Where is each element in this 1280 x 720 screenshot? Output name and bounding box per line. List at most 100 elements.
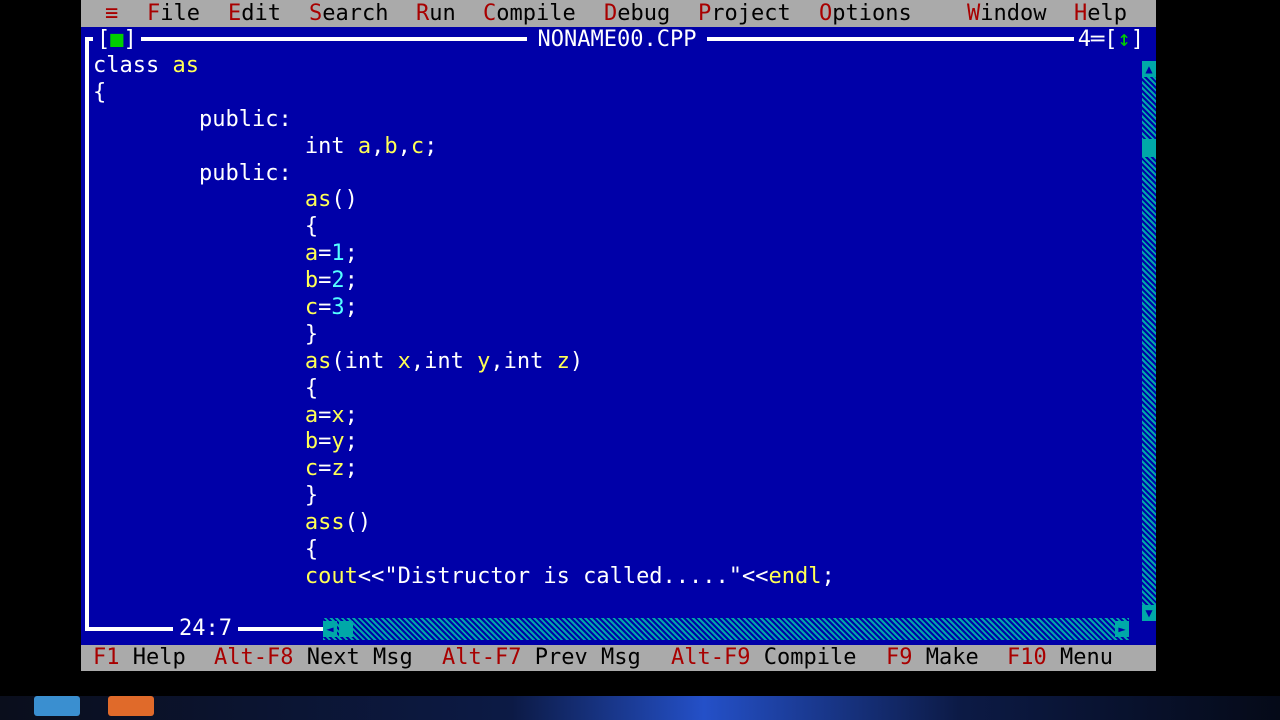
- menu-file[interactable]: File: [147, 0, 200, 27]
- status-key: F9: [886, 645, 913, 670]
- code-line[interactable]: {: [93, 537, 1138, 564]
- taskbar-app-icon[interactable]: [34, 696, 80, 716]
- code-line[interactable]: b=2;: [93, 268, 1138, 295]
- status-key-make[interactable]: F9 Make: [886, 645, 979, 671]
- code-line[interactable]: a=x;: [93, 403, 1138, 430]
- code-area[interactable]: class as{ public: int a,b,c; public: as(…: [93, 53, 1138, 593]
- code-identifier: cout: [304, 563, 358, 589]
- status-key: Alt-F9: [671, 645, 751, 670]
- code-line[interactable]: }: [93, 483, 1138, 510]
- code-identifier: c: [304, 456, 319, 482]
- code-symbol: ;: [344, 456, 358, 482]
- code-symbol: =: [318, 402, 332, 428]
- code-symbol: ;: [344, 241, 358, 267]
- status-key-menu[interactable]: F10 Menu: [1007, 645, 1113, 671]
- code-line[interactable]: {: [93, 376, 1138, 403]
- scroll-thumb[interactable]: [1142, 139, 1156, 157]
- code-symbol: =: [318, 295, 332, 321]
- code-line[interactable]: a=1;: [93, 241, 1138, 268]
- code-symbol: {: [93, 79, 107, 105]
- code-line[interactable]: as(int x,int y,int z): [93, 349, 1138, 376]
- scroll-left-icon[interactable]: ◄: [323, 621, 337, 637]
- menu-edit[interactable]: Edit: [228, 0, 281, 27]
- status-key-compile[interactable]: Alt-F9 Compile: [671, 645, 856, 671]
- code-symbol: ;: [344, 429, 358, 455]
- scroll-down-icon[interactable]: ▼: [1142, 605, 1156, 621]
- code-symbol: ;: [344, 268, 358, 294]
- code-identifier: y: [331, 429, 345, 455]
- code-symbol: :: [278, 160, 292, 186]
- code-identifier: as: [304, 187, 332, 213]
- menu-help[interactable]: Help: [1074, 0, 1127, 27]
- status-key: F1: [93, 645, 120, 670]
- code-line[interactable]: }: [93, 322, 1138, 349]
- editor-window[interactable]: [■] NONAME00.CPP 4═[↕] class as{ public:…: [81, 27, 1156, 645]
- zoom-bracket-right: ]: [1130, 27, 1144, 52]
- code-line[interactable]: as(): [93, 187, 1138, 214]
- scroll-up-icon[interactable]: ▲: [1142, 61, 1156, 77]
- code-line[interactable]: cout<<"Distructor is called....."<<endl;: [93, 564, 1138, 591]
- status-key-prev-msg[interactable]: Alt-F7 Prev Msg: [442, 645, 641, 671]
- code-line[interactable]: public:: [93, 107, 1138, 134]
- code-line[interactable]: {: [93, 80, 1138, 107]
- code-identifier: b: [304, 429, 319, 455]
- code-symbol: (): [331, 187, 358, 213]
- taskbar-app-icon[interactable]: [108, 696, 154, 716]
- menu-hotkey: E: [228, 1, 242, 26]
- code-identifier: z: [331, 456, 345, 482]
- turbo-cpp-screen: ≡ File Edit Search Run Compile Debug Pro…: [81, 0, 1156, 671]
- menu-label: earch: [322, 1, 389, 26]
- menu-label: un: [429, 1, 456, 26]
- code-symbol: =: [318, 456, 332, 482]
- horizontal-scrollbar[interactable]: ◄ ►: [323, 618, 1129, 640]
- code-line[interactable]: int a,b,c;: [93, 134, 1138, 161]
- menu-project[interactable]: Project: [698, 0, 791, 27]
- menu-hotkey: D: [604, 1, 618, 26]
- code-line[interactable]: {: [93, 214, 1138, 241]
- code-line[interactable]: b=y;: [93, 429, 1138, 456]
- system-menu-icon[interactable]: ≡: [105, 0, 118, 27]
- menu-window[interactable]: Window: [967, 0, 1046, 27]
- code-identifier: a: [304, 241, 319, 267]
- menu-options[interactable]: Options: [819, 0, 912, 27]
- close-box[interactable]: [■]: [93, 27, 141, 53]
- status-key-help[interactable]: F1 Help: [93, 645, 186, 671]
- menu-label: elp: [1087, 1, 1127, 26]
- menu-search[interactable]: Search: [309, 0, 388, 27]
- code-line[interactable]: c=z;: [93, 456, 1138, 483]
- code-identifier: b: [384, 133, 398, 159]
- code-line[interactable]: c=3;: [93, 295, 1138, 322]
- menu-label: ile: [160, 1, 200, 26]
- status-key-next-msg[interactable]: Alt-F8 Next Msg: [214, 645, 413, 671]
- menu-hotkey: S: [309, 1, 323, 26]
- vertical-scrollbar[interactable]: ▲ ▼: [1142, 61, 1156, 621]
- menu-label: ebug: [617, 1, 671, 26]
- code-identifier: z: [556, 348, 570, 374]
- code-line[interactable]: public:: [93, 161, 1138, 188]
- menu-compile[interactable]: Compile: [483, 0, 576, 27]
- code-identifier: a: [304, 402, 319, 428]
- status-key: F10: [1007, 645, 1047, 670]
- window-number: 4: [1077, 27, 1091, 52]
- menu-run[interactable]: Run: [416, 0, 456, 27]
- scroll-thumb-horizontal[interactable]: [339, 621, 353, 637]
- code-identifier: ass: [304, 510, 345, 536]
- close-bracket-right: ]: [123, 27, 137, 52]
- menu-label: indow: [980, 1, 1047, 26]
- menu-label: ompile: [496, 1, 576, 26]
- window-number-and-zoom[interactable]: 4═[↕]: [1073, 27, 1148, 53]
- frame-left: [85, 37, 89, 631]
- code-line[interactable]: ass(): [93, 510, 1138, 537]
- menu-debug[interactable]: Debug: [604, 0, 670, 27]
- scroll-right-icon[interactable]: ►: [1115, 621, 1129, 637]
- code-number: 3: [331, 295, 345, 321]
- code-symbol: }: [304, 483, 319, 509]
- code-line[interactable]: class as: [93, 53, 1138, 80]
